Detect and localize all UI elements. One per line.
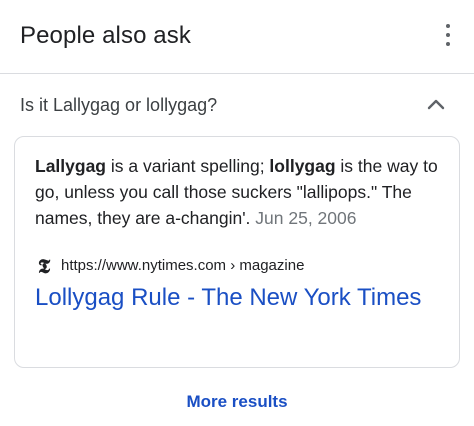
chevron-up-icon[interactable] bbox=[426, 95, 446, 115]
answer-term-2: lollygag bbox=[269, 156, 336, 176]
source-row[interactable]: 𝕿 https://www.nytimes.com › magazine bbox=[35, 254, 305, 278]
question-toggle[interactable]: Is it Lallygag or lollygag? bbox=[0, 74, 474, 136]
answer-text-1: is a variant spelling; bbox=[106, 156, 270, 176]
result-title-link[interactable]: Lollygag Rule - The New York Times bbox=[35, 282, 445, 314]
more-vert-icon[interactable] bbox=[444, 24, 452, 46]
menu-dot bbox=[446, 33, 450, 37]
people-also-ask-panel: People also ask Is it Lallygag or lollyg… bbox=[0, 0, 474, 426]
question-text: Is it Lallygag or lollygag? bbox=[20, 95, 218, 115]
answer-card: Lallygag is a variant spelling; lollygag… bbox=[14, 136, 460, 368]
source-url: https://www.nytimes.com › magazine bbox=[61, 257, 305, 274]
more-results-button[interactable]: More results bbox=[0, 390, 474, 414]
nytimes-logo-icon: 𝕿 bbox=[37, 254, 51, 278]
menu-dot bbox=[446, 42, 450, 46]
panel-header: People also ask bbox=[0, 0, 474, 74]
menu-dot bbox=[446, 24, 450, 28]
panel-title: People also ask bbox=[20, 22, 191, 49]
answer-date: Jun 25, 2006 bbox=[255, 208, 357, 228]
answer-term-1: Lallygag bbox=[35, 156, 106, 176]
answer-snippet: Lallygag is a variant spelling; lollygag… bbox=[35, 153, 445, 231]
